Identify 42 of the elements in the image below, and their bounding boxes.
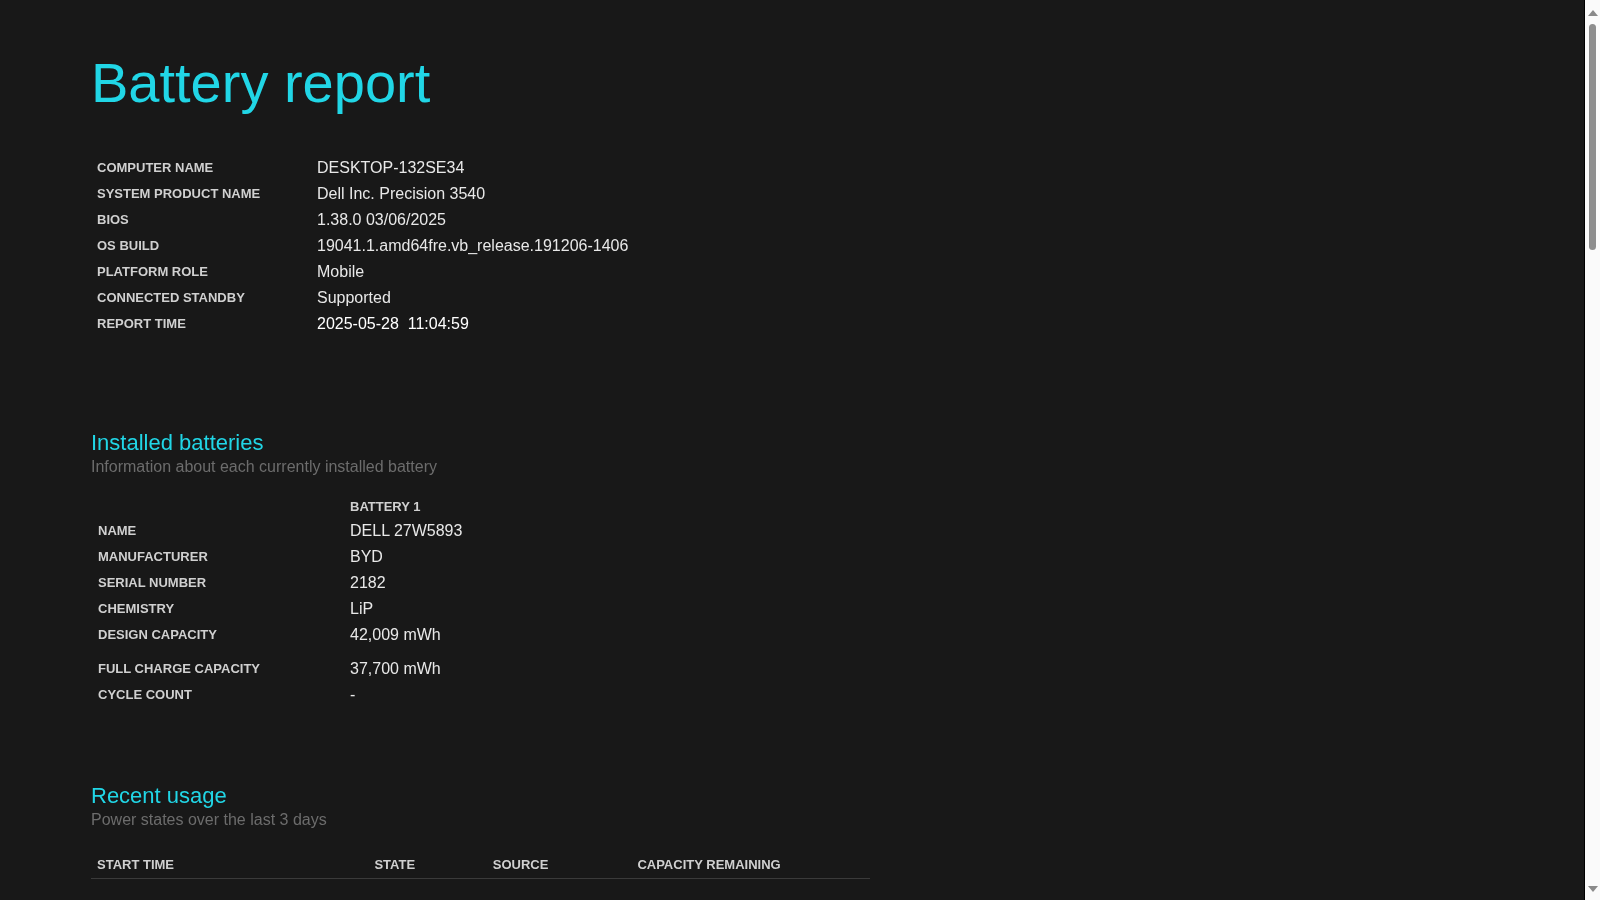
section-description: Information about each currently installed battery (91, 457, 438, 477)
info-label: BIOS (97, 211, 130, 229)
battery-label: SERIAL NUMBER (98, 574, 208, 592)
battery-value: 2182 (350, 573, 387, 592)
scroll-down-icon[interactable] (1587, 886, 1598, 892)
battery-label: DESIGN CAPACITY (98, 626, 218, 644)
column-header: SOURCE (491, 856, 550, 874)
battery-value: 37,700 mWh (350, 659, 442, 678)
info-value: 2025-05-28 11:04:59 (317, 314, 470, 333)
info-label: PLATFORM ROLE (97, 263, 209, 281)
info-label: SYSTEM PRODUCT NAME (97, 185, 262, 203)
info-value: Dell Inc. Precision 3540 (317, 184, 487, 203)
scrollbar[interactable] (1584, 0, 1600, 900)
info-label: OS BUILD (97, 237, 161, 255)
column-header: BATTERY 1 (350, 498, 422, 516)
report-title: Battery report (91, 50, 432, 116)
section-description: Power states over the last 3 days (91, 810, 328, 830)
info-label: COMPUTER NAME (97, 159, 215, 177)
info-value: 1.38.0 03/06/2025 (317, 210, 447, 229)
info-value: DESKTOP-132SE34 (317, 158, 466, 177)
info-label: REPORT TIME (97, 315, 187, 333)
battery-label: NAME (98, 522, 138, 540)
battery-value: - (350, 685, 357, 704)
battery-value: LiP (350, 599, 375, 618)
section-heading: Installed batteries (91, 429, 265, 457)
battery-label: CHEMISTRY (98, 600, 176, 618)
column-header: CAPACITY REMAINING (636, 856, 782, 874)
column-header: START TIME (96, 856, 176, 874)
info-value: Mobile (317, 262, 366, 281)
scroll-thumb[interactable] (1589, 24, 1596, 250)
info-value: Supported (317, 288, 392, 307)
battery-label: CYCLE COUNT (98, 686, 193, 704)
battery-label: MANUFACTURER (98, 548, 209, 566)
scroll-up-icon[interactable] (1587, 10, 1598, 16)
section-heading: Recent usage (91, 782, 228, 810)
battery-value: DELL 27W5893 (350, 521, 463, 540)
info-label: CONNECTED STANDBY (97, 289, 246, 307)
info-value: 19041.1.amd64fre.vb_release.191206-1406 (317, 236, 629, 255)
battery-value: BYD (350, 547, 384, 566)
column-header: STATE (373, 856, 417, 874)
battery-value: 42,009 mWh (350, 625, 442, 644)
battery-label: FULL CHARGE CAPACITY (98, 660, 262, 678)
